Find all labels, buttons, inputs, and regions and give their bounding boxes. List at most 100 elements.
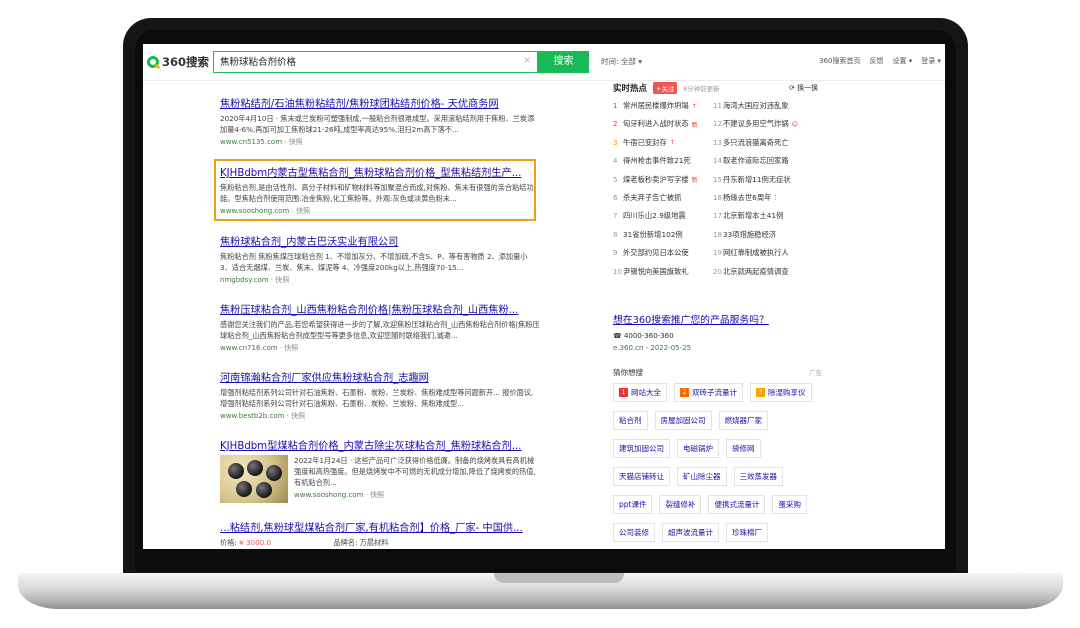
link-home[interactable]: 360搜索首页 — [819, 56, 860, 66]
guess-text: 三效蒸发器 — [739, 472, 778, 481]
hot-text: 匈牙利进入战时状态 — [623, 119, 689, 129]
hot-item[interactable]: 10 尹锡悦向美国旗致礼 — [613, 267, 713, 277]
hot-item[interactable]: 12 不建议多用空气炸锅 ☺ — [713, 119, 813, 129]
guess-chip[interactable]: 2 双砖子流量计 — [674, 383, 743, 402]
snapshot-link[interactable]: · 快照 — [271, 276, 289, 284]
result-title[interactable]: KJHBdbm型煤粘合剂价格_内蒙古除尘灰球粘合剂_焦粉球粘合剂... — [220, 437, 540, 452]
guess-text: 矿山除尘器 — [683, 472, 721, 481]
result-url[interactable]: www.cn5135.com — [220, 138, 282, 146]
guess-chip[interactable]: 珍珠棉厂 — [726, 523, 768, 542]
hot-rank: 6 — [613, 193, 618, 202]
search-input[interactable] — [220, 55, 510, 66]
hot-rank: 19 — [713, 249, 722, 258]
guess-chip[interactable]: ppt课件 — [613, 495, 653, 514]
logo-icon — [147, 56, 159, 68]
hot-item[interactable]: 13 多只流浪猫离奇死亡 — [713, 138, 813, 148]
link-login[interactable]: 登录 ▾ — [921, 56, 941, 66]
hot-item[interactable]: 8 31省份新增102例 — [613, 230, 713, 240]
hot-item[interactable]: 5 煤老板秒卖沪写字楼新 — [613, 175, 713, 185]
search-button[interactable]: 搜索 — [538, 51, 589, 73]
result-url[interactable]: www.cn716.com — [220, 344, 278, 352]
hot-item[interactable]: 18 33项措施稳经济 — [713, 230, 813, 240]
link-settings[interactable]: 设置 ▾ — [893, 56, 913, 66]
refresh-button[interactable]: ⟳ 换一换 — [789, 83, 818, 93]
hot-list: 1 常州居民楼爆炸坍塌 ↑ 11 海湾大国应对违乱象 2 匈牙利进入战时状态新 12 不建议多用… — [613, 101, 813, 277]
guess-text: 袋修网 — [732, 444, 755, 453]
guess-chip[interactable]: 蛋采购 — [772, 495, 807, 514]
hot-item[interactable]: 15 丹东新增11例无症状 — [713, 175, 813, 185]
search-header: 360搜索 × 搜索 时间: 全部 ▾ 360搜索首页 反馈 设置 ▾ 登录 ▾ — [143, 44, 945, 81]
hot-item[interactable]: 4 得州枪击事件致21死 — [613, 156, 713, 166]
follow-button[interactable]: +关注 — [653, 82, 678, 94]
result-desc: 增强剂粘结剂系列公司针对石油焦粉、石墨粉、炭粉、兰炭粉、焦粉难成型等问题新开..… — [220, 388, 534, 408]
hot-item[interactable]: 14 取老作道际忘回家路 — [713, 156, 813, 166]
snapshot-link[interactable]: · 快照 — [284, 138, 302, 146]
hot-text: 31省份新增102例 — [623, 229, 683, 239]
result-desc: 感谢您关注我们的产品,若您希望获得进一步的了解,欢迎焦粉压球粘合剂_山西焦粉粘合… — [220, 320, 540, 340]
hot-item[interactable]: 20 北京就两起疫情调查 — [713, 267, 813, 277]
price-label: 价格: — [220, 538, 237, 547]
hot-item[interactable]: 1 常州居民楼爆炸坍塌 ↑ — [613, 101, 713, 111]
hot-text: 网红靠制成被执行人 — [723, 248, 789, 258]
laptop-base — [18, 573, 1063, 609]
result-item: KJHBdbm型煤粘合剂价格_内蒙古除尘灰球粘合剂_焦粉球粘合剂... 2022… — [220, 437, 540, 503]
guess-chip[interactable]: 裂缝修补 — [659, 495, 702, 514]
guess-chip[interactable]: 袋修网 — [726, 439, 761, 458]
hot-text: 外交部约见日本公使 — [623, 248, 689, 258]
guess-chip[interactable]: 公司装修 — [613, 523, 655, 542]
hot-item[interactable]: 3 牛宿已变封存 ↑ — [613, 138, 713, 148]
link-feedback[interactable]: 反馈 — [870, 56, 884, 66]
hot-text: 北京就两起疫情调查 — [723, 266, 789, 276]
guess-chip[interactable]: 天猫店铺转让 — [613, 467, 670, 486]
promo-url[interactable]: e.360.cn - 2022-05-25 — [613, 344, 691, 352]
hot-item[interactable]: 2 匈牙利进入战时状态新 — [613, 119, 713, 129]
guess-chip[interactable]: 1 网站大全 — [613, 383, 667, 402]
result-url[interactable]: www.sooshong.com — [294, 491, 363, 499]
guess-chip[interactable]: 3 除湿购享仪 — [750, 383, 812, 402]
guess-text: 珍珠棉厂 — [732, 528, 762, 537]
guess-chip[interactable]: 便携式流量计 — [708, 495, 766, 514]
hot-item[interactable]: 7 四川乐山2.9级地震 — [613, 211, 713, 221]
guess-chip[interactable]: 建筑加固公司 — [613, 439, 670, 458]
guess-text: 裂缝修补 — [665, 500, 696, 509]
result-url[interactable]: nmgbdsy.com — [220, 276, 269, 284]
hot-badge-icon: 新 — [691, 121, 698, 129]
price-value: ¥ 3000.0 — [239, 538, 272, 547]
result-thumbnail[interactable] — [220, 455, 288, 503]
promo-link[interactable]: 想在360搜索推广您的产品服务吗？ — [613, 312, 769, 326]
guess-chip[interactable]: 三效蒸发器 — [733, 467, 783, 486]
hot-rank: 8 — [613, 230, 618, 239]
guess-text: 建筑加固公司 — [619, 444, 664, 453]
hot-rank: 14 — [713, 157, 722, 166]
result-title[interactable]: 焦粉粘结剂/石油焦粉粘结剂/焦粉球团粘结剂价格- 天优商务网 — [220, 95, 540, 110]
guess-chip[interactable]: 粘合剂 — [613, 411, 648, 430]
snapshot-link[interactable]: · 快照 — [287, 412, 305, 420]
guess-text: 房屋加固公司 — [660, 416, 706, 425]
clear-icon[interactable]: × — [523, 55, 531, 66]
snapshot-link[interactable]: · 快照 — [280, 344, 298, 352]
result-title[interactable]: 焦粉球粘合剂_内蒙古巴沃实业有限公司 — [220, 233, 540, 248]
snapshot-link[interactable]: · 快照 — [366, 491, 384, 499]
hot-item[interactable]: 9 外交部约见日本公使 — [613, 248, 713, 258]
hot-item[interactable]: 6 杀夫弃子告亡被抓 — [613, 193, 713, 203]
hot-text: 北京新增本土41例 — [723, 211, 784, 221]
ad-label: 广告 — [809, 369, 822, 377]
hot-item[interactable]: 17 北京新增本土41例 — [713, 211, 813, 221]
guess-chip[interactable]: 电磁锅炉 — [677, 439, 719, 458]
result-title[interactable]: ...粘结剂,焦粉球型煤粘合剂厂家,有机粘合剂】价格_厂家- 中国供... — [220, 519, 540, 534]
logo-360[interactable]: 360搜索 — [147, 54, 209, 70]
result-title[interactable]: 河南锦瀚粘合剂厂家供应焦粉球粘合剂_志趣网 — [220, 369, 540, 384]
guess-chip[interactable]: 燃烧器厂家 — [718, 411, 768, 430]
hot-rank: 13 — [713, 138, 722, 147]
result-url[interactable]: www.bestb2b.com — [220, 412, 284, 420]
guess-chip[interactable]: 房屋加固公司 — [654, 411, 712, 430]
highlight-box — [214, 159, 536, 221]
guess-chip[interactable]: 超声波流量计 — [662, 523, 719, 542]
result-title[interactable]: 焦粉压球粘合剂_山西焦粉粘合剂价格|焦粉压球粘合剂_山西焦粉... — [220, 301, 540, 316]
hot-item[interactable]: 16 杨缘去世6周年 🕯 — [713, 193, 813, 203]
guess-chip[interactable]: 矿山除尘器 — [677, 467, 727, 486]
hot-item[interactable]: 19 网红靠制成被执行人 — [713, 248, 813, 258]
hot-item[interactable]: 11 海湾大国应对违乱象 — [713, 101, 813, 111]
time-filter[interactable]: 时间: 全部 ▾ — [601, 56, 642, 67]
brand-label: 品牌名: 万晨材料 — [333, 538, 389, 547]
